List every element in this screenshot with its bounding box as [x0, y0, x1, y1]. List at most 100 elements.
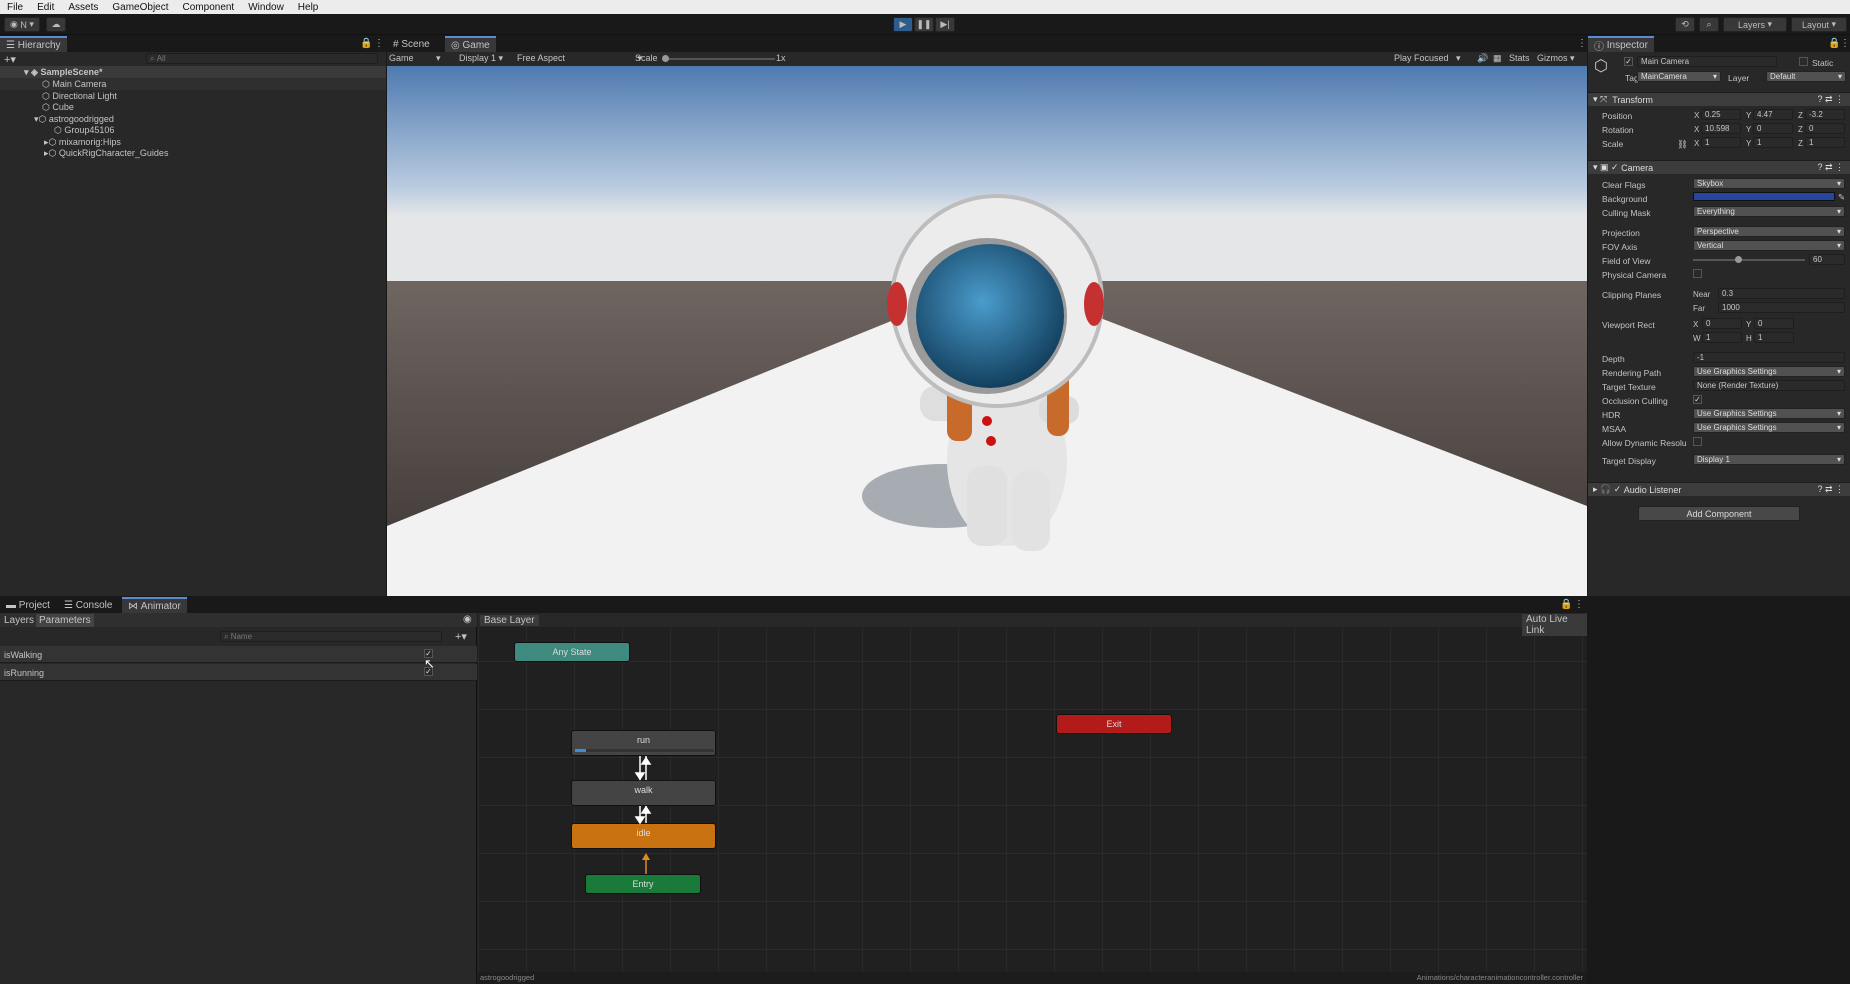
- transform-header[interactable]: ▾ ⤧ Transform? ⇄ ⋮: [1588, 92, 1850, 106]
- parameter-row[interactable]: isWalking ✓: [0, 646, 477, 663]
- layout-dropdown[interactable]: Layout ▾: [1791, 17, 1847, 32]
- game-view-dropdown[interactable]: Game ▾: [389, 53, 441, 64]
- tab-layers[interactable]: Layers: [4, 615, 34, 626]
- hierarchy-search[interactable]: ⌕ All: [146, 53, 378, 64]
- clear-flags-dropdown[interactable]: Skybox: [1693, 178, 1845, 189]
- fov-slider[interactable]: [1693, 256, 1805, 263]
- msaa-dropdown[interactable]: Use Graphics Settings: [1693, 422, 1845, 433]
- auto-live-link-button[interactable]: Auto Live Link: [1522, 614, 1587, 636]
- parameter-search[interactable]: ⌕ Name: [220, 631, 442, 642]
- tab-console[interactable]: ☰ Console: [58, 597, 118, 613]
- lock-icon[interactable]: 🔒: [1828, 38, 1840, 49]
- fov-axis-dropdown[interactable]: Vertical: [1693, 240, 1845, 251]
- shortcuts-icon[interactable]: ▦: [1493, 53, 1502, 64]
- tab-animator[interactable]: ⋈ Animator: [122, 597, 187, 613]
- state-exit[interactable]: Exit: [1056, 714, 1172, 734]
- link-icon[interactable]: ⛓: [1677, 139, 1688, 150]
- mute-icon[interactable]: 🔊: [1477, 53, 1488, 64]
- tab-project[interactable]: ▬ Project: [0, 597, 56, 613]
- physical-camera-checkbox[interactable]: [1693, 269, 1702, 278]
- tab-parameters[interactable]: Parameters: [36, 614, 94, 627]
- menu-file[interactable]: File: [0, 2, 30, 13]
- scale-slider-thumb[interactable]: [662, 55, 669, 62]
- projection-dropdown[interactable]: Perspective: [1693, 226, 1845, 237]
- component-menu-icon[interactable]: ? ⇄ ⋮: [1817, 94, 1844, 105]
- background-color-swatch[interactable]: [1693, 192, 1835, 201]
- play-focused-dropdown[interactable]: Play Focused ▾: [1394, 53, 1461, 64]
- hierarchy-item-main-camera[interactable]: ⬡ Main Camera: [0, 78, 386, 90]
- near-field[interactable]: 0.3: [1718, 288, 1845, 299]
- lock-icon[interactable]: 🔒: [1560, 599, 1572, 610]
- position-y[interactable]: 4.47: [1753, 109, 1793, 120]
- active-checkbox[interactable]: ✓: [1624, 57, 1633, 66]
- occlusion-checkbox[interactable]: ✓: [1693, 395, 1702, 404]
- hierarchy-item-guides[interactable]: ▸⬡ QuickRigCharacter_Guides: [0, 147, 168, 159]
- create-button[interactable]: +▾: [4, 53, 16, 66]
- scale-y[interactable]: 1: [1753, 137, 1793, 148]
- rotation-x[interactable]: 10.598: [1701, 123, 1741, 134]
- animator-graph[interactable]: Base Layer Auto Live Link Any State Exit…: [478, 613, 1587, 984]
- cloud-button[interactable]: ☁: [46, 17, 66, 32]
- tag-dropdown[interactable]: MainCamera: [1637, 71, 1721, 82]
- eyedropper-icon[interactable]: ✎: [1838, 192, 1845, 203]
- menu-edit[interactable]: Edit: [30, 2, 61, 13]
- object-name-field[interactable]: Main Camera: [1637, 56, 1777, 67]
- scale-x[interactable]: 1: [1701, 137, 1741, 148]
- hierarchy-item-group[interactable]: ⬡ Group45106: [0, 124, 114, 136]
- viewport-y[interactable]: 0: [1754, 318, 1794, 329]
- gizmos-dropdown[interactable]: Gizmos ▾: [1537, 53, 1575, 64]
- scale-z[interactable]: 1: [1805, 137, 1845, 148]
- viewport-x[interactable]: 0: [1702, 318, 1742, 329]
- target-display-dropdown[interactable]: Display 1: [1693, 454, 1845, 465]
- tab-game[interactable]: ◎ Game: [445, 36, 496, 52]
- menu-gameobject[interactable]: GameObject: [105, 2, 175, 13]
- lock-icon[interactable]: 🔒: [360, 38, 372, 49]
- position-x[interactable]: 0.25: [1701, 109, 1741, 120]
- parameter-row[interactable]: isRunning ✓: [0, 664, 477, 681]
- tab-scene[interactable]: # Scene: [387, 36, 436, 52]
- static-checkbox[interactable]: [1799, 57, 1808, 66]
- add-parameter-button[interactable]: +▾: [455, 630, 467, 643]
- kebab-icon[interactable]: ⋮: [1574, 599, 1584, 610]
- add-component-button[interactable]: Add Component: [1638, 506, 1800, 521]
- far-field[interactable]: 1000: [1718, 302, 1845, 313]
- culling-mask-dropdown[interactable]: Everything: [1693, 206, 1845, 217]
- menu-help[interactable]: Help: [291, 2, 326, 13]
- component-menu-icon[interactable]: ? ⇄ ⋮: [1817, 162, 1844, 173]
- parameter-name[interactable]: isWalking: [4, 650, 42, 660]
- tab-hierarchy[interactable]: ☰ Hierarchy: [0, 36, 67, 52]
- rotation-z[interactable]: 0: [1805, 123, 1845, 134]
- tab-inspector[interactable]: ⓘ Inspector: [1588, 36, 1654, 53]
- layers-dropdown[interactable]: Layers ▾: [1723, 17, 1787, 32]
- menu-window[interactable]: Window: [241, 2, 291, 13]
- account-button[interactable]: ◉ N ▾: [4, 17, 40, 32]
- viewport-h[interactable]: 1: [1754, 332, 1794, 343]
- hdr-dropdown[interactable]: Use Graphics Settings: [1693, 408, 1845, 419]
- menu-assets[interactable]: Assets: [61, 2, 105, 13]
- layer-dropdown[interactable]: Default: [1766, 71, 1846, 82]
- search-button[interactable]: ⌕: [1699, 17, 1719, 32]
- menu-component[interactable]: Component: [176, 2, 242, 13]
- stats-button[interactable]: Stats: [1509, 53, 1530, 63]
- history-button[interactable]: ⟲: [1675, 17, 1695, 32]
- scale-slider[interactable]: [662, 55, 775, 62]
- dynres-checkbox[interactable]: [1693, 437, 1702, 446]
- rendering-path-dropdown[interactable]: Use Graphics Settings: [1693, 366, 1845, 377]
- parameter-name[interactable]: isRunning: [4, 668, 44, 678]
- component-menu-icon[interactable]: ? ⇄ ⋮: [1817, 484, 1844, 495]
- pause-button[interactable]: ❚❚: [914, 17, 934, 32]
- hierarchy-item-cube[interactable]: ⬡ Cube: [0, 101, 74, 113]
- scene-row[interactable]: ▾ ◈ SampleScene*: [0, 66, 386, 78]
- display-dropdown[interactable]: Display 1 ▾: [459, 53, 503, 64]
- fov-field[interactable]: 60: [1809, 254, 1845, 265]
- aspect-dropdown[interactable]: Free Aspect ▾: [517, 53, 642, 64]
- rotation-y[interactable]: 0: [1753, 123, 1793, 134]
- depth-field[interactable]: -1: [1693, 352, 1845, 363]
- viewport-w[interactable]: 1: [1702, 332, 1742, 343]
- kebab-icon[interactable]: ⋮: [374, 38, 384, 49]
- position-z[interactable]: -3.2: [1805, 109, 1845, 120]
- visibility-icon[interactable]: ◉: [463, 614, 472, 625]
- camera-header[interactable]: ▾ ▣ ✓ Camera? ⇄ ⋮: [1588, 160, 1850, 174]
- audio-listener-header[interactable]: ▸ 🎧 ✓ Audio Listener? ⇄ ⋮: [1588, 482, 1850, 496]
- fov-slider-thumb[interactable]: [1734, 256, 1742, 263]
